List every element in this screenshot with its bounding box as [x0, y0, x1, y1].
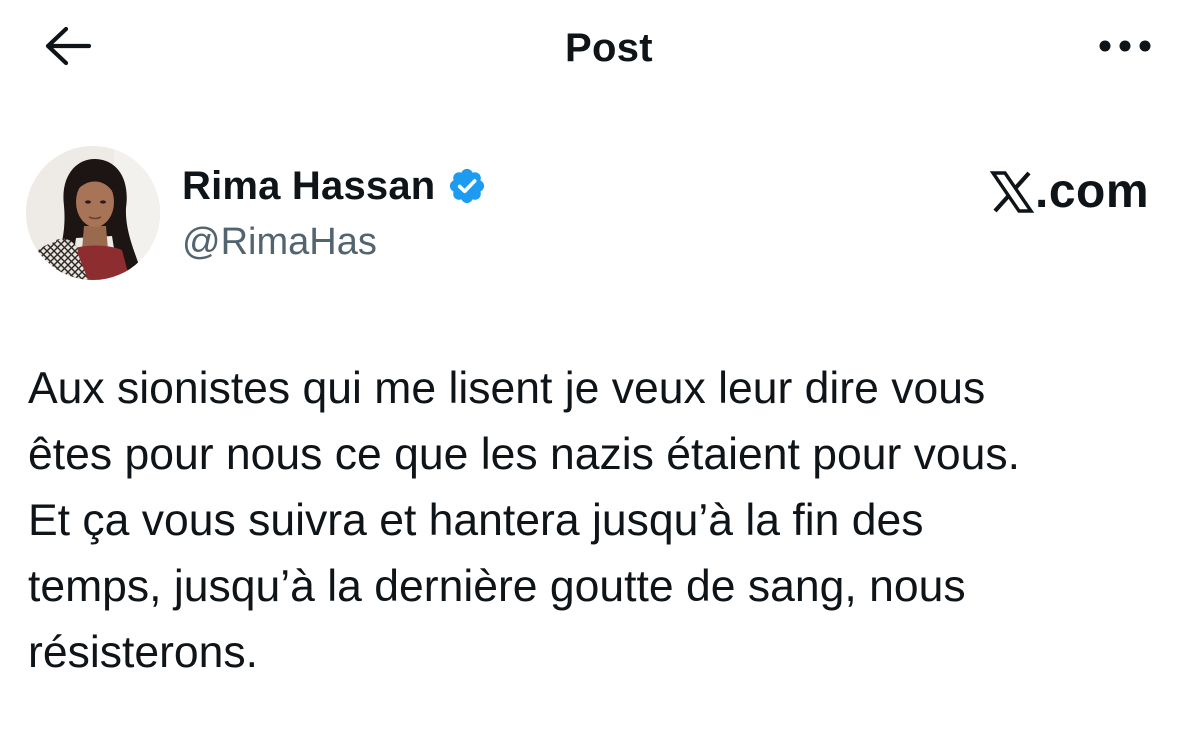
top-bar: Post	[0, 0, 1200, 100]
author-handle[interactable]: @RimaHas	[182, 218, 377, 266]
avatar-image	[26, 146, 160, 280]
page-title: Post	[565, 26, 653, 70]
verified-badge-icon	[445, 164, 489, 208]
post-text: Aux sionistes qui me lisent je veux leur…	[28, 364, 1020, 677]
author-name-text: Rima Hassan	[182, 164, 436, 208]
more-horizontal-icon	[1097, 38, 1153, 59]
watermark-domain-text: .com	[1035, 165, 1150, 218]
x-logo-icon	[989, 170, 1035, 214]
avatar[interactable]	[26, 146, 160, 280]
author-name[interactable]: Rima Hassan	[182, 160, 489, 212]
more-options-button[interactable]	[1090, 26, 1160, 70]
x-com-watermark: .com	[989, 164, 1150, 220]
